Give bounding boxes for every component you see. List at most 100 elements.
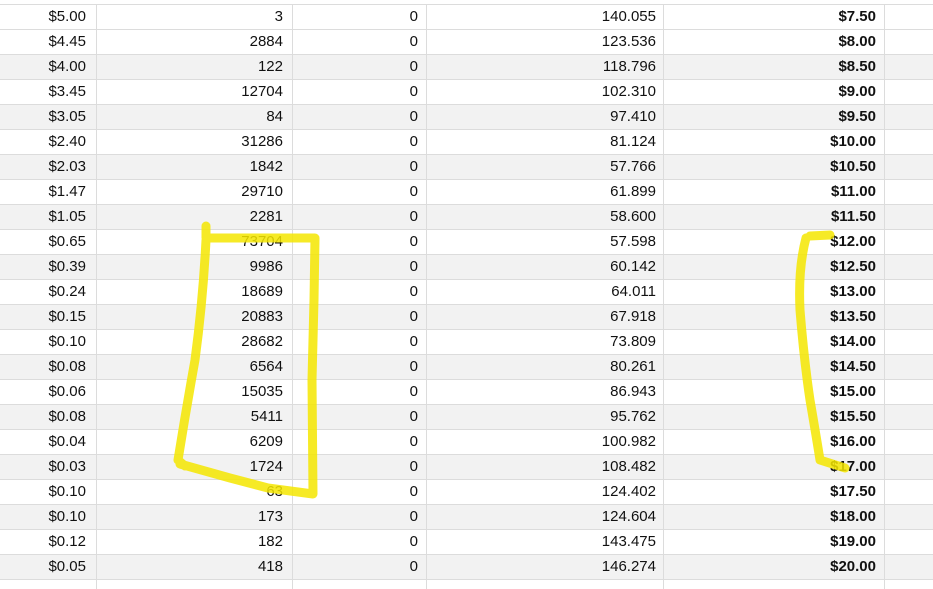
cell[interactable]: 0	[293, 455, 427, 479]
cell[interactable]	[885, 355, 933, 379]
cell[interactable]	[293, 580, 427, 589]
cell[interactable]	[885, 80, 933, 104]
cell[interactable]: 173	[97, 505, 293, 529]
cell[interactable]	[885, 30, 933, 54]
cell[interactable]: 0	[293, 530, 427, 554]
cell[interactable]: 57.766	[427, 155, 664, 179]
cell[interactable]: 140.055	[427, 5, 664, 29]
cell[interactable]: 3	[97, 5, 293, 29]
cell[interactable]: 57.598	[427, 230, 664, 254]
cell[interactable]: $17.00	[664, 455, 885, 479]
cell[interactable]: $5.00	[0, 5, 97, 29]
cell[interactable]: 118.796	[427, 55, 664, 79]
cell[interactable]: $1.47	[0, 180, 97, 204]
cell[interactable]: 0	[293, 130, 427, 154]
cell[interactable]: 0	[293, 255, 427, 279]
cell[interactable]: $4.00	[0, 55, 97, 79]
cell[interactable]: $0.10	[0, 505, 97, 529]
cell[interactable]: $11.00	[664, 180, 885, 204]
cell[interactable]	[885, 330, 933, 354]
cell[interactable]: $16.00	[664, 430, 885, 454]
cell[interactable]	[885, 205, 933, 229]
cell[interactable]	[885, 5, 933, 29]
cell[interactable]	[97, 580, 293, 589]
cell[interactable]: $13.00	[664, 280, 885, 304]
cell[interactable]: 0	[293, 80, 427, 104]
cell[interactable]: 0	[293, 355, 427, 379]
cell[interactable]: $15.50	[664, 405, 885, 429]
cell[interactable]: $0.04	[0, 430, 97, 454]
cell[interactable]: $0.39	[0, 255, 97, 279]
cell[interactable]: 29710	[97, 180, 293, 204]
cell[interactable]: 0	[293, 280, 427, 304]
cell[interactable]: 63	[97, 480, 293, 504]
cell[interactable]: $0.08	[0, 405, 97, 429]
cell[interactable]: 9986	[97, 255, 293, 279]
cell[interactable]: 0	[293, 30, 427, 54]
cell[interactable]: 0	[293, 430, 427, 454]
cell[interactable]	[664, 580, 885, 589]
cell[interactable]: 418	[97, 555, 293, 579]
cell[interactable]: 15035	[97, 380, 293, 404]
cell[interactable]: $17.50	[664, 480, 885, 504]
cell[interactable]: $20.00	[664, 555, 885, 579]
cell[interactable]: $3.45	[0, 80, 97, 104]
cell[interactable]: $2.40	[0, 130, 97, 154]
cell[interactable]: $18.00	[664, 505, 885, 529]
cell[interactable]: 1724	[97, 455, 293, 479]
cell[interactable]: 60.142	[427, 255, 664, 279]
cell[interactable]: $12.50	[664, 255, 885, 279]
cell[interactable]: $9.00	[664, 80, 885, 104]
cell[interactable]: 122	[97, 55, 293, 79]
cell[interactable]: 67.918	[427, 305, 664, 329]
cell[interactable]: 81.124	[427, 130, 664, 154]
cell[interactable]	[885, 305, 933, 329]
cell[interactable]: 0	[293, 405, 427, 429]
cell[interactable]: 0	[293, 205, 427, 229]
cell[interactable]: 95.762	[427, 405, 664, 429]
cell[interactable]: 0	[293, 5, 427, 29]
cell[interactable]: $0.08	[0, 355, 97, 379]
cell[interactable]: 124.604	[427, 505, 664, 529]
cell[interactable]: 73704	[97, 230, 293, 254]
cell[interactable]: $2.03	[0, 155, 97, 179]
cell[interactable]: $14.00	[664, 330, 885, 354]
cell[interactable]	[885, 580, 933, 589]
cell[interactable]	[885, 530, 933, 554]
cell[interactable]	[427, 580, 664, 589]
cell[interactable]: $7.50	[664, 5, 885, 29]
cell[interactable]: 0	[293, 505, 427, 529]
cell[interactable]	[885, 105, 933, 129]
cell[interactable]: 31286	[97, 130, 293, 154]
cell[interactable]: 1842	[97, 155, 293, 179]
cell[interactable]	[0, 580, 97, 589]
cell[interactable]: 86.943	[427, 380, 664, 404]
cell[interactable]: 123.536	[427, 30, 664, 54]
cell[interactable]: 73.809	[427, 330, 664, 354]
cell[interactable]: $11.50	[664, 205, 885, 229]
cell[interactable]	[885, 155, 933, 179]
cell[interactable]: 0	[293, 230, 427, 254]
cell[interactable]	[885, 505, 933, 529]
cell[interactable]: $10.00	[664, 130, 885, 154]
cell[interactable]: $8.00	[664, 30, 885, 54]
cell[interactable]: 0	[293, 380, 427, 404]
cell[interactable]: $0.05	[0, 555, 97, 579]
cell[interactable]: $1.05	[0, 205, 97, 229]
cell[interactable]: 5411	[97, 405, 293, 429]
cell[interactable]: $13.50	[664, 305, 885, 329]
cell[interactable]	[885, 455, 933, 479]
cell[interactable]: $19.00	[664, 530, 885, 554]
cell[interactable]: 20883	[97, 305, 293, 329]
cell[interactable]: 0	[293, 180, 427, 204]
cell[interactable]: $9.50	[664, 105, 885, 129]
cell[interactable]: 182	[97, 530, 293, 554]
cell[interactable]: $0.03	[0, 455, 97, 479]
cell[interactable]: 0	[293, 480, 427, 504]
cell[interactable]	[885, 430, 933, 454]
cell[interactable]: 6564	[97, 355, 293, 379]
cell[interactable]: $0.10	[0, 480, 97, 504]
cell[interactable]: $0.15	[0, 305, 97, 329]
cell[interactable]	[885, 280, 933, 304]
cell[interactable]: $14.50	[664, 355, 885, 379]
